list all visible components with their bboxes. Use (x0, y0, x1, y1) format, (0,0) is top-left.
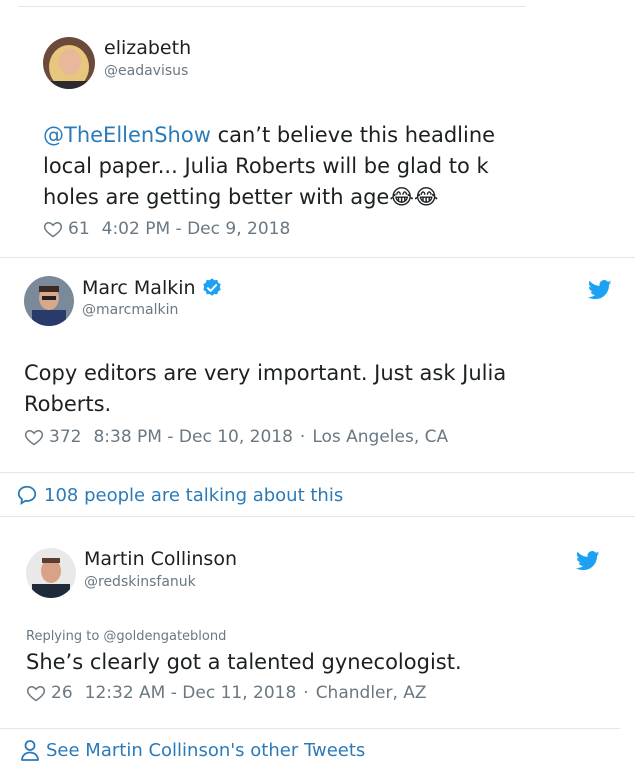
avatar-elizabeth[interactable] (43, 37, 95, 89)
comment-bubble-icon (17, 485, 37, 506)
heart-icon[interactable] (24, 427, 44, 447)
avatar-marc-malkin[interactable] (24, 276, 74, 326)
tweet-meta: 372 8:38 PM - Dec 10, 2018 · Los Angeles… (24, 427, 448, 447)
like-count[interactable]: 61 (68, 219, 90, 239)
author-name[interactable]: Martin Collinson (84, 548, 237, 570)
avatar-marc-image (24, 276, 74, 326)
tweet-text-line1: Copy editors are very important. Just as… (24, 361, 507, 385)
conversation-link[interactable]: 108 people are talking about this (16, 484, 343, 506)
author-name[interactable]: Marc Malkin (82, 277, 223, 299)
author-handle[interactable]: @marcmalkin (82, 302, 178, 318)
twitter-bird-icon[interactable] (576, 551, 600, 571)
tweet-timestamp[interactable]: 8:38 PM - Dec 10, 2018 (93, 427, 292, 447)
avatar-martin-collinson[interactable] (26, 548, 76, 598)
tweet-meta: 61 4:02 PM - Dec 9, 2018 (43, 219, 290, 239)
divider (0, 516, 635, 517)
meta-separator: · (299, 427, 306, 447)
divider (0, 472, 635, 473)
twitter-bird-icon[interactable] (588, 280, 612, 300)
like-count[interactable]: 26 (51, 683, 73, 703)
like-count[interactable]: 372 (49, 427, 81, 447)
heart-icon[interactable] (26, 683, 46, 703)
author-name-text[interactable]: Marc Malkin (82, 277, 196, 299)
tweet-text: She’s clearly got a talented gynecologis… (26, 650, 462, 674)
heart-icon[interactable] (43, 219, 63, 239)
laughing-emoji: 😂😂 (389, 185, 439, 209)
tweet-meta: 26 12:32 AM - Dec 11, 2018 · Chandler, A… (26, 683, 427, 703)
author-handle[interactable]: @redskinsfanuk (84, 574, 196, 590)
replying-to[interactable]: Replying to @goldengateblond (26, 629, 226, 644)
person-icon (21, 740, 39, 761)
verified-badge-icon (202, 278, 221, 296)
tweet-text: @TheEllenShow can’t believe this headlin… (43, 120, 526, 213)
mention-link[interactable]: @TheEllenShow (43, 123, 211, 147)
divider (0, 257, 635, 258)
tweet-text-line3: holes are getting better with age (43, 185, 390, 209)
tweet-text-line2: local paper... Julia Roberts will be gla… (43, 154, 489, 178)
meta-separator: · (303, 683, 309, 703)
tweet-text-line1: can’t believe this headline (210, 123, 496, 147)
tweet-text-line2: Roberts. (24, 392, 112, 416)
conversation-label[interactable]: 108 people are talking about this (44, 485, 343, 506)
tweet-text: Copy editors are very important. Just as… (24, 358, 584, 420)
tweet-timestamp[interactable]: 4:02 PM - Dec 9, 2018 (102, 219, 291, 239)
avatar-elizabeth-image (43, 37, 95, 89)
divider (0, 728, 620, 729)
tweet-location[interactable]: Chandler, AZ (316, 683, 427, 703)
avatar-martin-image (26, 548, 76, 598)
tweet-timestamp[interactable]: 12:32 AM - Dec 11, 2018 (85, 683, 297, 703)
author-handle[interactable]: @eadavisus (104, 63, 188, 79)
author-name[interactable]: elizabeth (104, 37, 191, 59)
top-divider (18, 6, 526, 7)
see-other-tweets-label[interactable]: See Martin Collinson's other Tweets (46, 740, 365, 761)
see-other-tweets-link[interactable]: See Martin Collinson's other Tweets (20, 739, 365, 761)
tweet-location[interactable]: Los Angeles, CA (312, 427, 448, 447)
